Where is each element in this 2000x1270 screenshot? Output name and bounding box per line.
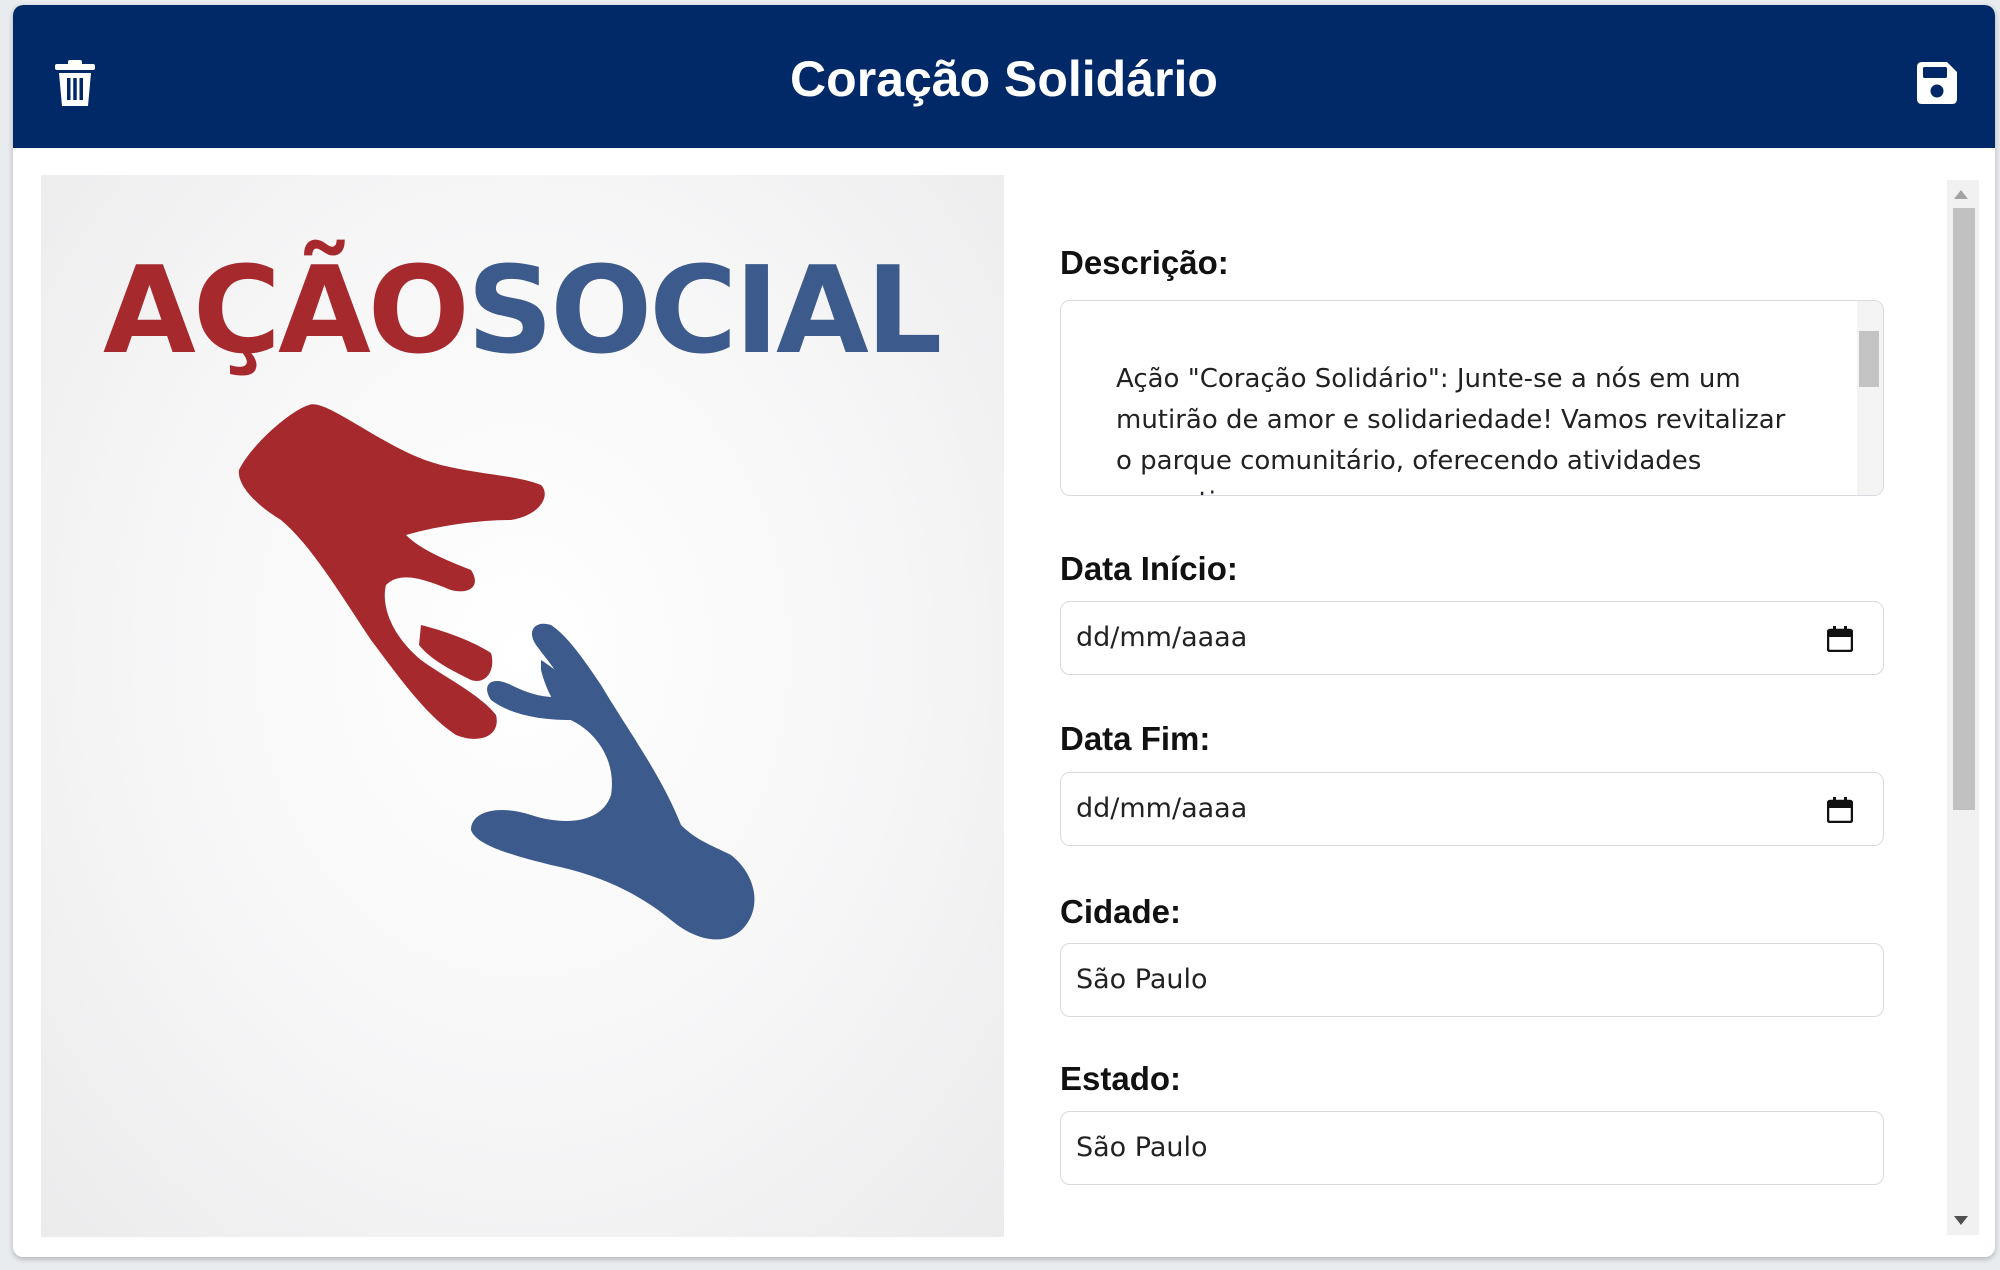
calendar-icon[interactable] xyxy=(1827,626,1853,652)
descricao-text: Ação "Coração Solidário": Junte-se a nós… xyxy=(1116,364,1786,495)
cidade-label: Cidade: xyxy=(1060,893,1182,930)
descricao-label: Descrição: xyxy=(1060,244,1229,281)
event-image: AÇÃOSOCIAL xyxy=(41,175,1004,1237)
data-inicio-input[interactable]: dd/mm/aaaa xyxy=(1060,601,1884,675)
cidade-value: São Paulo xyxy=(1076,964,1208,995)
helping-hands-graphic xyxy=(238,404,755,940)
textarea-scroll-thumb[interactable] xyxy=(1859,331,1879,387)
page-scroll-thumb[interactable] xyxy=(1953,208,1975,810)
data-fim-placeholder: dd/mm/aaaa xyxy=(1076,793,1248,824)
save-button[interactable] xyxy=(1913,57,1961,109)
textarea-scrollbar[interactable] xyxy=(1857,301,1883,495)
data-inicio-label: Data Início: xyxy=(1060,550,1238,587)
estado-label: Estado: xyxy=(1060,1060,1182,1097)
event-card: Coração Solidário AÇÃOSOCIAL Descrição: … xyxy=(13,5,1995,1257)
calendar-icon[interactable] xyxy=(1827,797,1853,823)
scroll-down-arrow-icon[interactable] xyxy=(1954,1216,1968,1225)
data-inicio-placeholder: dd/mm/aaaa xyxy=(1076,622,1248,653)
descricao-textarea[interactable]: Ação "Coração Solidário": Junte-se a nós… xyxy=(1060,300,1884,496)
data-fim-input[interactable]: dd/mm/aaaa xyxy=(1060,772,1884,846)
event-form: Descrição: Ação "Coração Solidário": Jun… xyxy=(1023,175,1955,1237)
data-fim-label: Data Fim: xyxy=(1060,720,1211,757)
estado-value: São Paulo xyxy=(1076,1132,1208,1163)
scroll-up-arrow-icon[interactable] xyxy=(1954,190,1968,199)
page-title: Coração Solidário xyxy=(790,51,1218,107)
save-icon xyxy=(1917,62,1957,104)
header-bar: Coração Solidário xyxy=(13,5,1995,148)
cidade-input[interactable]: São Paulo xyxy=(1060,943,1884,1017)
estado-input[interactable]: São Paulo xyxy=(1060,1111,1884,1185)
page-scrollbar[interactable] xyxy=(1947,180,1979,1235)
